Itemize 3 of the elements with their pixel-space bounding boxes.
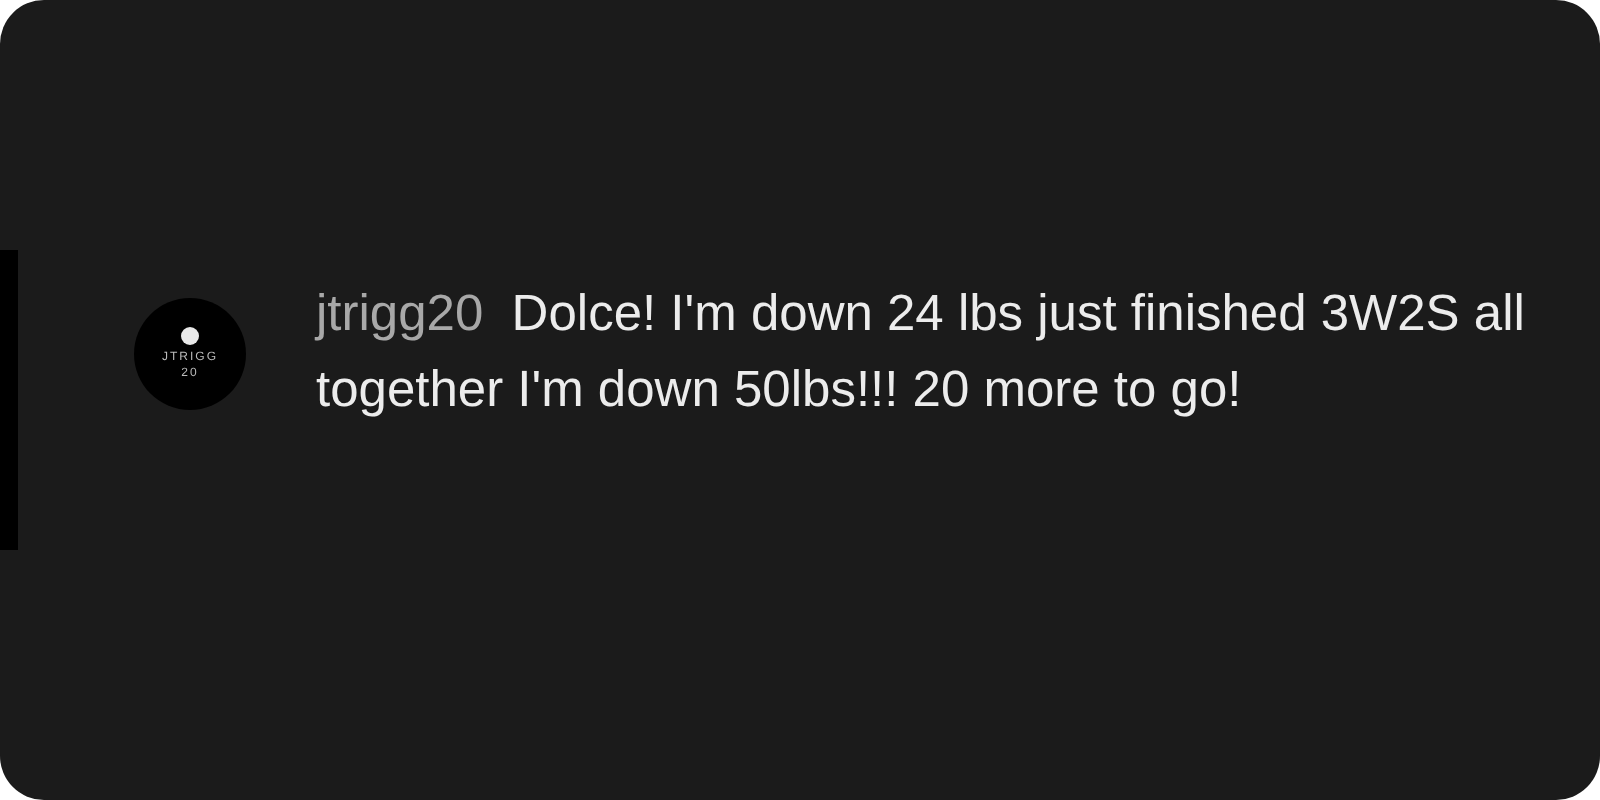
comment-text: jtrigg20 Dolce! I'm down 24 lbs just finished 3W2S all together I'm down 50lbs!!! 20 more to go!	[316, 284, 1527, 422]
logo-icon	[180, 326, 200, 346]
username-link[interactable]: jtrigg20	[316, 286, 484, 342]
